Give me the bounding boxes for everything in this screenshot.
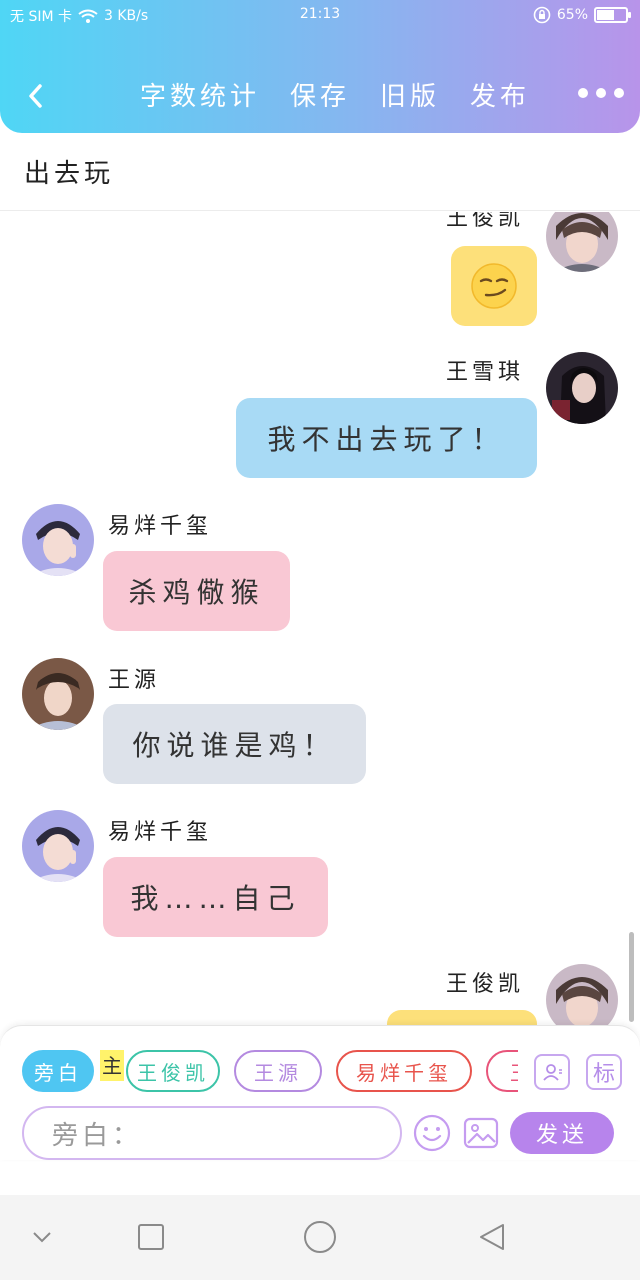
sender-name: 王俊凯 (446, 212, 525, 231)
back-button[interactable] (18, 76, 52, 116)
chip-wang-partial[interactable]: 王 (486, 1050, 518, 1092)
square-icon[interactable] (131, 1217, 171, 1257)
chip-narrator[interactable]: 旁白 (22, 1050, 94, 1092)
sender-name: 王源 (108, 668, 161, 693)
avatar-yiyangqianxi[interactable] (22, 504, 94, 576)
chat-scrollbar[interactable] (629, 932, 634, 1022)
avatar-wangjunkai[interactable] (546, 964, 618, 1025)
old-version-button[interactable]: 旧版 (380, 76, 440, 113)
image-icon (463, 1117, 499, 1149)
avatar-wangjunkai[interactable] (546, 212, 618, 272)
status-right: 65% (533, 6, 631, 24)
message-bubble[interactable]: 我不出去玩了！ (236, 398, 537, 478)
composer: 旁白 王俊凯 主 王源 易烊千玺 王 标 旁白： 发送 (0, 1025, 640, 1160)
chevron-down-icon[interactable] (22, 1217, 62, 1257)
chat-area[interactable]: 王俊凯 王雪琪 我不出去玩了！ 易烊千玺 杀鸡儆猴 王源 你说谁是鸡！ 易烊千玺… (0, 212, 640, 1025)
image-button[interactable] (461, 1113, 501, 1153)
system-nav-bar (0, 1195, 640, 1280)
chip-wangyuan[interactable]: 王源 (234, 1050, 322, 1092)
emoji-bubble[interactable] (451, 246, 537, 326)
nav-bar: 字数统计 保存 旧版 发布 (0, 68, 640, 124)
chip-yiyangqianxi[interactable]: 易烊千玺 (336, 1050, 472, 1092)
smirk-emoji-icon (471, 263, 517, 309)
nav-actions: 字数统计 保存 旧版 发布 (140, 76, 530, 113)
contact-card-icon (543, 1064, 562, 1081)
message-bubble[interactable]: 杀鸡儆猴 (103, 551, 290, 631)
circle-icon[interactable] (300, 1217, 340, 1257)
app-header: 无 SIM 卡 3 KB/s 21:13 65% 字数统计 保存 旧版 发布 (0, 0, 640, 133)
message-bubble[interactable]: 我……自己 (103, 857, 328, 937)
avatar-wangxueqi[interactable] (546, 352, 618, 424)
save-button[interactable]: 保存 (290, 76, 350, 113)
word-count-button[interactable]: 字数统计 (140, 76, 260, 113)
sender-name: 王雪琪 (446, 360, 525, 385)
role-chips: 旁白 王俊凯 主 王源 易烊千玺 王 (22, 1050, 518, 1096)
back-arrow-icon (29, 84, 42, 108)
battery-percent: 65% (556, 7, 588, 23)
send-button[interactable]: 发送 (510, 1112, 614, 1154)
emoji-button[interactable] (412, 1113, 452, 1153)
avatar-yiyangqianxi[interactable] (22, 810, 94, 882)
tag-button[interactable]: 标 (586, 1054, 622, 1090)
sender-name: 王俊凯 (446, 972, 525, 997)
main-role-badge: 主 (100, 1050, 124, 1081)
avatar-wangyuan[interactable] (22, 658, 94, 730)
message-input[interactable]: 旁白： (22, 1106, 402, 1160)
page-title[interactable]: 出去玩 (24, 153, 114, 190)
sender-name: 易烊千玺 (108, 514, 213, 539)
more-dots-icon[interactable] (578, 88, 624, 98)
contact-card-button[interactable] (534, 1054, 570, 1090)
title-row: 出去玩 (0, 133, 640, 211)
chip-wangjunkai[interactable]: 王俊凯 (126, 1050, 220, 1092)
status-bar: 无 SIM 卡 3 KB/s 21:13 65% (0, 0, 640, 30)
sender-name: 易烊千玺 (108, 820, 213, 845)
message-bubble[interactable]: 你说谁是鸡！ (103, 704, 366, 784)
triangle-back-icon[interactable] (472, 1217, 512, 1257)
publish-button[interactable]: 发布 (470, 76, 530, 113)
battery-icon (594, 7, 631, 23)
message-bubble[interactable] (387, 1010, 537, 1025)
rotation-lock-icon (533, 6, 551, 24)
smile-icon (413, 1114, 451, 1152)
battery-fill (597, 10, 614, 20)
